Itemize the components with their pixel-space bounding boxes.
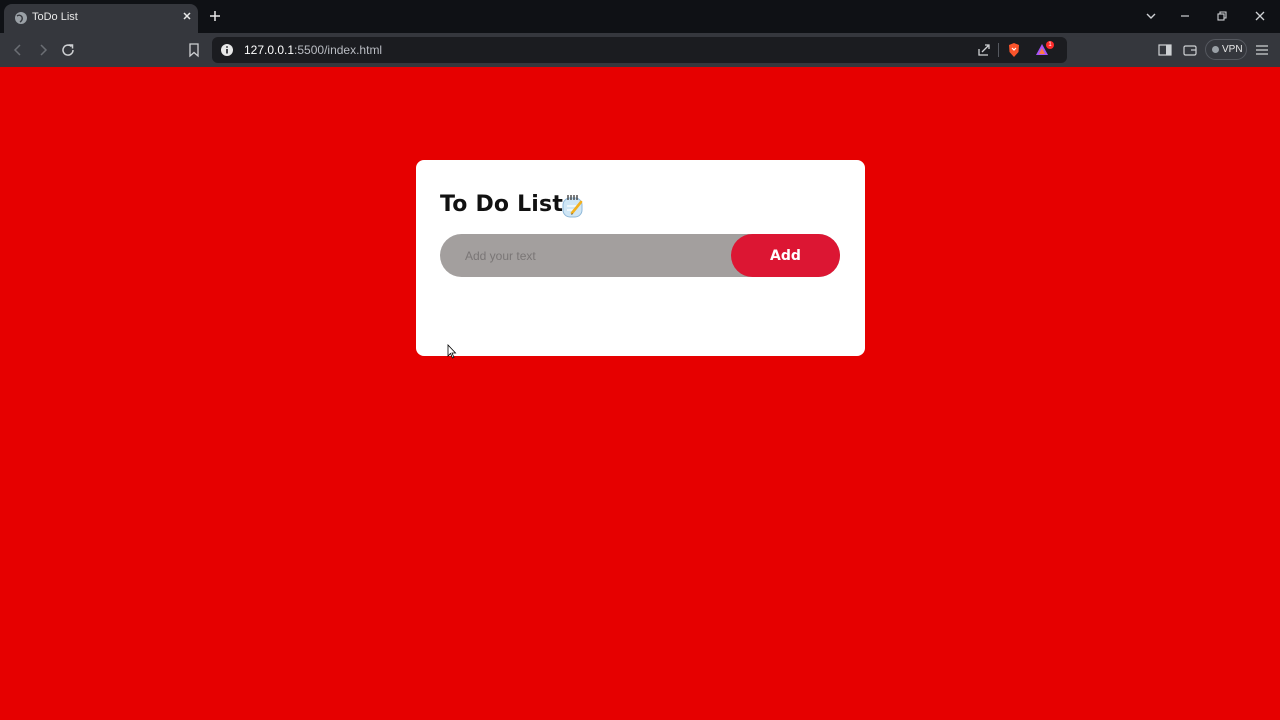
menu-icon[interactable] <box>1254 42 1270 58</box>
back-icon[interactable] <box>10 42 26 58</box>
add-button[interactable]: Add <box>731 234 840 277</box>
close-window-icon[interactable] <box>1253 9 1267 23</box>
site-info-icon[interactable] <box>220 43 234 57</box>
todo-text-input[interactable] <box>440 234 730 277</box>
new-tab-icon[interactable] <box>207 8 223 24</box>
forward-icon[interactable] <box>35 42 51 58</box>
restore-icon[interactable] <box>1215 9 1229 23</box>
share-icon[interactable] <box>976 42 992 58</box>
notepad-icon <box>562 195 583 218</box>
vpn-button[interactable]: VPN <box>1205 39 1247 60</box>
vpn-label: VPN <box>1222 44 1243 55</box>
todo-input-row: Add <box>440 234 840 277</box>
close-tab-icon[interactable] <box>180 9 194 23</box>
reload-icon[interactable] <box>60 42 76 58</box>
tab-title: ToDo List <box>32 11 78 23</box>
browser-toolbar: 127.0.0.1:5500/index.html 1 VPN <box>0 33 1280 67</box>
browser-tab-strip: ToDo List <box>0 0 1280 33</box>
browser-tab[interactable]: ToDo List <box>4 4 198 33</box>
address-bar-divider <box>998 43 999 57</box>
minimize-icon[interactable] <box>1178 9 1192 23</box>
address-url: 127.0.0.1:5500/index.html <box>244 43 383 57</box>
tab-search-chevron-icon[interactable] <box>1144 9 1158 23</box>
wallet-icon[interactable] <box>1182 42 1198 58</box>
page-title: To Do List <box>440 192 564 217</box>
sidebar-toggle-icon[interactable] <box>1157 42 1173 58</box>
bookmark-icon[interactable] <box>186 42 202 58</box>
globe-icon <box>15 12 27 24</box>
address-bar[interactable]: 127.0.0.1:5500/index.html <box>212 37 1067 63</box>
rewards-badge: 1 <box>1046 41 1054 49</box>
todo-card: To Do List Add <box>416 160 865 356</box>
brave-shields-icon[interactable] <box>1006 42 1022 58</box>
vpn-status-dot-icon <box>1212 46 1219 53</box>
mouse-cursor-icon <box>447 344 457 359</box>
